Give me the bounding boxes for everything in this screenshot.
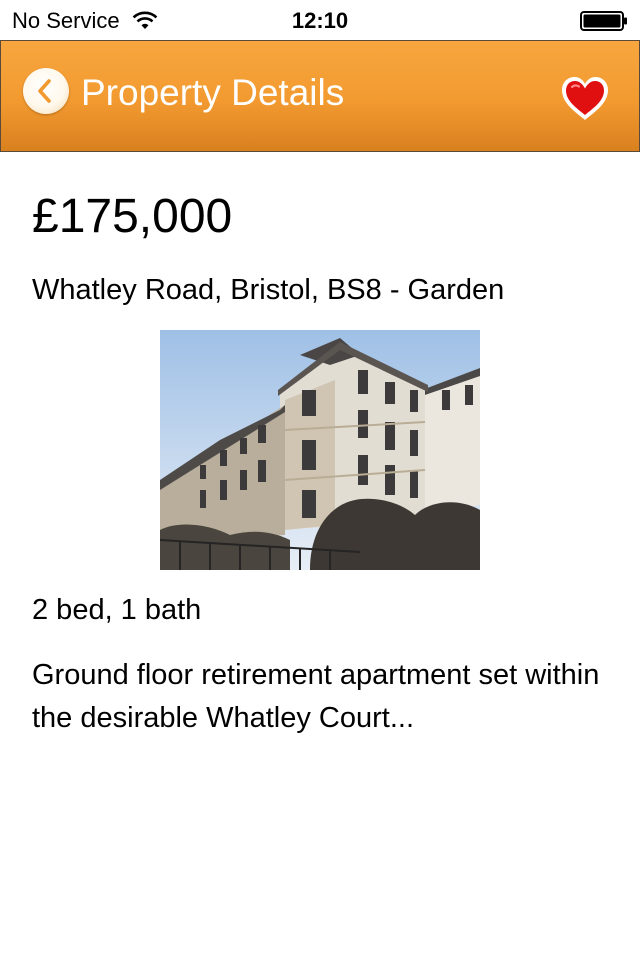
property-description: Ground floor retirement apartment set wi… [32, 659, 600, 734]
page-title: Property Details [81, 72, 345, 113]
favorite-button[interactable] [559, 75, 611, 123]
property-price: £175,000 [32, 190, 233, 243]
heart-icon [562, 77, 608, 120]
status-time: 12:10 [291, 8, 349, 33]
battery-icon [580, 11, 627, 31]
back-button[interactable] [23, 68, 69, 114]
building-photo[interactable] [160, 330, 480, 570]
nav-bar: Property Details [0, 40, 640, 152]
property-address: Whatley Road, Bristol, BS8 - Garden [32, 274, 505, 306]
chevron-left-icon [38, 79, 51, 103]
property-specs: 2 bed, 1 bath [32, 594, 202, 626]
building-illustration [160, 330, 480, 570]
status-bar: No Service 12:10 [0, 0, 640, 40]
